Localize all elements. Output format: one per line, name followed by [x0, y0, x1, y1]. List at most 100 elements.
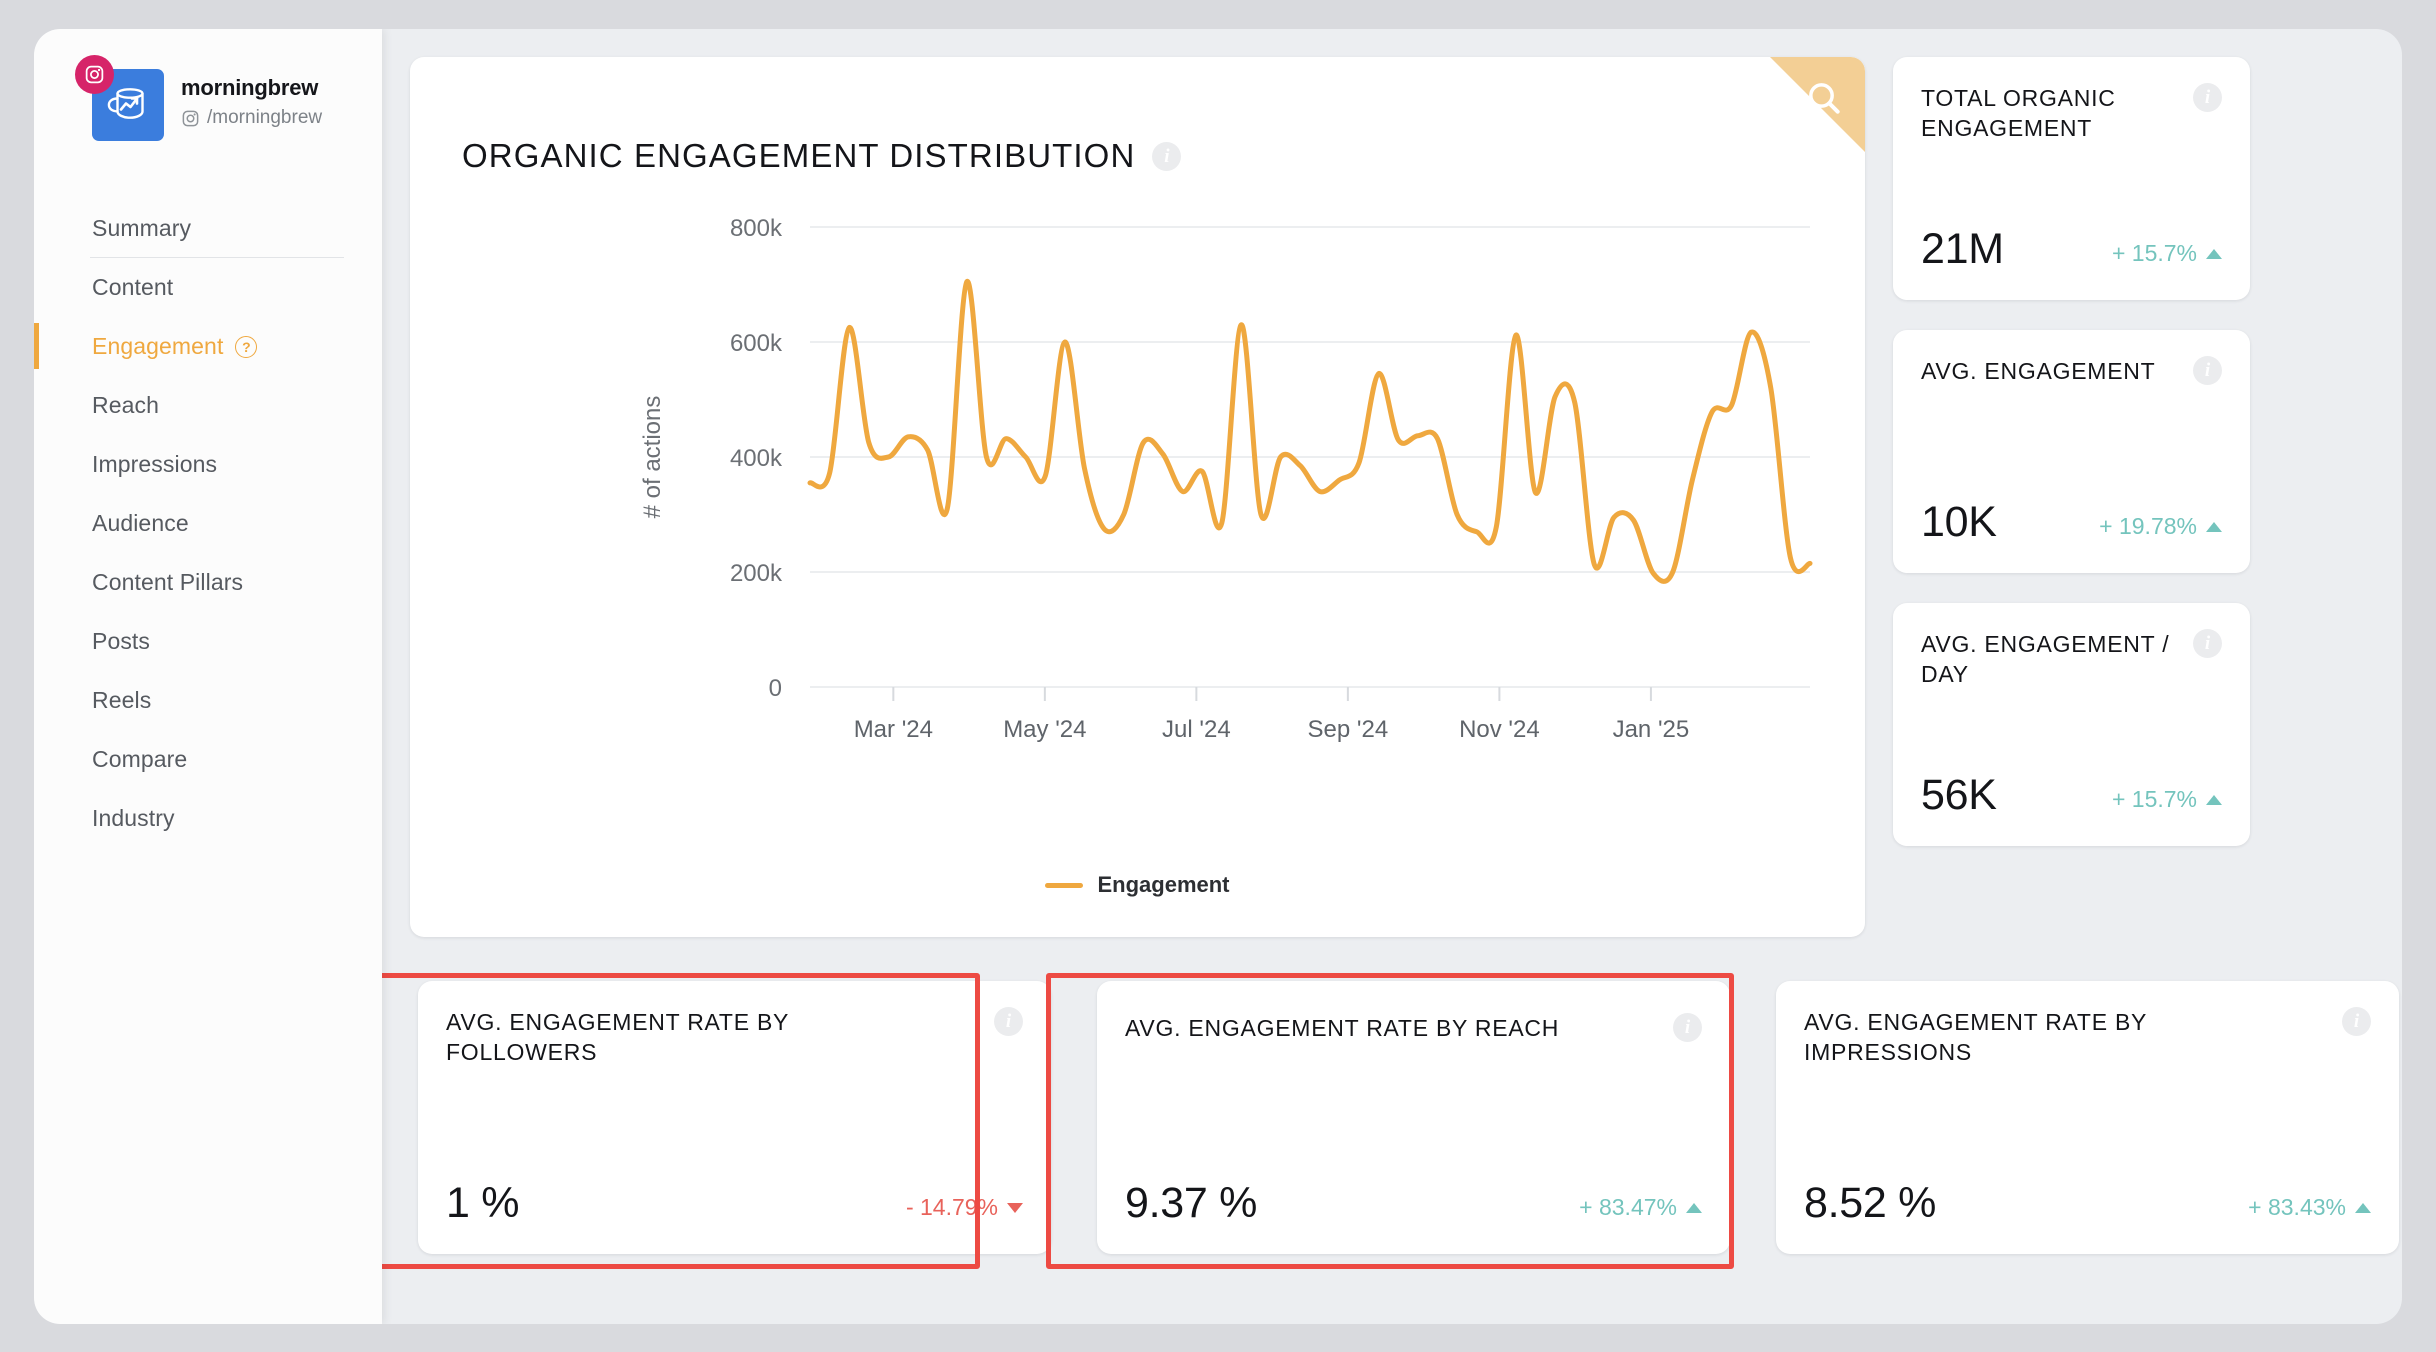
- kpi-delta: + 15.7%: [2112, 786, 2222, 820]
- arrow-up-icon: [2206, 521, 2222, 532]
- kpi-header: AVG. ENGAGEMENT RATE BY FOLLOWERS i: [446, 1007, 1023, 1068]
- info-icon[interactable]: i: [2193, 356, 2222, 385]
- svg-text:Jul '24: Jul '24: [1162, 716, 1231, 743]
- kpi-footer: 1 % - 14.79%: [446, 1179, 1023, 1228]
- kpi-value: 10K: [1921, 498, 1997, 546]
- kpi-card-avg-engagement: AVG. ENGAGEMENT i 10K + 19.78%: [1893, 330, 2250, 573]
- legend-label-engagement: Engagement: [1097, 872, 1230, 897]
- kpi-value: 1 %: [446, 1179, 520, 1227]
- svg-text:400k: 400k: [730, 445, 783, 472]
- svg-text:Jan '25: Jan '25: [1613, 716, 1690, 743]
- info-icon[interactable]: i: [2342, 1007, 2371, 1036]
- search-corner-ribbon[interactable]: [1770, 57, 1865, 152]
- kpi-title: AVG. ENGAGEMENT RATE BY FOLLOWERS: [446, 1009, 789, 1066]
- chart-header: ORGANIC ENGAGEMENT DISTRIBUTION i: [462, 137, 1182, 175]
- svg-text:# of actions: # of actions: [639, 396, 666, 519]
- kpi-footer: 9.37 % + 83.47%: [1125, 1179, 1702, 1228]
- sidebar-item-reach[interactable]: Reach: [34, 376, 382, 435]
- kpi-header: AVG. ENGAGEMENT RATE BY REACH i: [1125, 1013, 1702, 1043]
- kpi-title: AVG. ENGAGEMENT RATE BY REACH: [1125, 1015, 1560, 1041]
- engagement-line-chart[interactable]: 0 200k 400k 600k 800k # of actions Mar '24 May …: [410, 207, 1865, 827]
- brand-block: morningbrew /morningbrew: [75, 55, 322, 141]
- sidebar-item-content[interactable]: Content: [34, 258, 382, 317]
- info-icon[interactable]: i: [1152, 141, 1182, 171]
- sidebar-item-reels[interactable]: Reels: [34, 671, 382, 730]
- svg-text:200k: 200k: [730, 560, 783, 587]
- sidebar-item-label: Content Pillars: [92, 569, 244, 595]
- legend-line-marker: [1045, 882, 1084, 888]
- kpi-delta-text: - 14.79%: [905, 1194, 998, 1220]
- arrow-up-icon: [2206, 794, 2222, 805]
- info-icon[interactable]: i: [1673, 1013, 1702, 1042]
- active-accent-bar: [34, 323, 39, 369]
- svg-text:Mar '24: Mar '24: [854, 716, 933, 743]
- sidebar-item-compare[interactable]: Compare: [34, 730, 382, 789]
- kpi-card-total-organic-engagement: TOTAL ORGANIC ENGAGEMENT i 21M + 15.7%: [1893, 57, 2250, 300]
- account-handle-row: /morningbrew: [181, 107, 322, 129]
- kpi-header: TOTAL ORGANIC ENGAGEMENT i: [1921, 83, 2222, 144]
- sidebar-item-industry[interactable]: Industry: [34, 789, 382, 848]
- sidebar-item-label: Compare: [92, 746, 188, 772]
- arrow-up-icon: [2355, 1202, 2371, 1213]
- kpi-card-avg-engagement-rate-by-reach: AVG. ENGAGEMENT RATE BY REACH i 9.37 % +…: [1097, 981, 1730, 1254]
- kpi-delta-text: + 83.43%: [2248, 1194, 2346, 1220]
- help-icon[interactable]: ?: [235, 335, 258, 358]
- account-name: morningbrew: [181, 75, 319, 100]
- sidebar-item-label: Engagement: [92, 333, 224, 359]
- kpi-header: AVG. ENGAGEMENT / DAY i: [1921, 629, 2222, 690]
- kpi-value: 8.52 %: [1804, 1179, 1937, 1227]
- arrow-up-icon: [2206, 248, 2222, 259]
- sidebar-item-content-pillars[interactable]: Content Pillars: [34, 553, 382, 612]
- dashboard-page: morningbrew /morningbrew Summary Content…: [34, 29, 2402, 1324]
- kpi-delta-text: + 19.78%: [2099, 513, 2197, 539]
- kpi-delta: + 83.47%: [1579, 1194, 1702, 1228]
- info-icon[interactable]: i: [994, 1007, 1023, 1036]
- svg-text:Sep '24: Sep '24: [1308, 716, 1389, 743]
- kpi-footer: 8.52 % + 83.43%: [1804, 1179, 2371, 1228]
- sidebar-item-engagement[interactable]: Engagement ?: [34, 317, 382, 376]
- kpi-header: AVG. ENGAGEMENT i: [1921, 356, 2222, 386]
- app-root: morningbrew /morningbrew Summary Content…: [0, 0, 2436, 1352]
- kpi-delta-text: + 15.7%: [2111, 786, 2197, 812]
- kpi-card-avg-engagement-rate-by-impressions: AVG. ENGAGEMENT RATE BY IMPRESSIONS i 8.…: [1776, 981, 2399, 1254]
- sidebar-item-label: Summary: [92, 215, 192, 241]
- kpi-footer: 56K + 15.7%: [1921, 771, 2222, 820]
- search-icon[interactable]: [1804, 78, 1844, 118]
- kpi-value: 56K: [1921, 771, 1997, 819]
- kpi-value: 9.37 %: [1125, 1179, 1258, 1227]
- sidebar-item-label: Reels: [92, 687, 152, 713]
- svg-text:Nov '24: Nov '24: [1459, 716, 1540, 743]
- kpi-column: TOTAL ORGANIC ENGAGEMENT i 21M + 15.7% A…: [1893, 57, 2250, 846]
- svg-text:May '24: May '24: [1003, 716, 1086, 743]
- sidebar-item-impressions[interactable]: Impressions: [34, 435, 382, 494]
- kpi-delta: + 15.7%: [2112, 240, 2222, 274]
- sidebar-item-summary[interactable]: Summary: [34, 199, 382, 258]
- page-title: ORGANIC ENGAGEMENT DISTRIBUTION: [462, 137, 1136, 174]
- kpi-value: 21M: [1921, 225, 2004, 273]
- instagram-small-icon: [181, 109, 200, 128]
- info-icon[interactable]: i: [2193, 629, 2222, 658]
- sidebar-item-label: Content: [92, 274, 174, 300]
- sidebar-nav: Summary Content Engagement ? Reach Impre…: [34, 199, 382, 848]
- kpi-title: AVG. ENGAGEMENT / DAY: [1921, 631, 2170, 688]
- sidebar-item-label: Audience: [92, 510, 189, 536]
- info-icon[interactable]: i: [2193, 83, 2222, 112]
- chart-legend: Engagement: [410, 872, 1865, 898]
- main-content: ORGANIC ENGAGEMENT DISTRIBUTION i 0 200k 4…: [382, 29, 2402, 1324]
- kpi-delta-text: + 15.7%: [2111, 240, 2197, 266]
- sidebar-item-posts[interactable]: Posts: [34, 612, 382, 671]
- sidebar-item-label: Reach: [92, 392, 159, 418]
- kpi-card-avg-engagement-rate-by-followers: AVG. ENGAGEMENT RATE BY FOLLOWERS i 1 % …: [418, 981, 1051, 1254]
- kpi-title: AVG. ENGAGEMENT: [1921, 358, 2156, 384]
- sidebar-item-label: Posts: [92, 628, 151, 654]
- instagram-icon: [75, 55, 114, 94]
- account-handle: /morningbrew: [207, 107, 323, 129]
- kpi-title: AVG. ENGAGEMENT RATE BY IMPRESSIONS: [1804, 1009, 2147, 1066]
- kpi-delta: - 14.79%: [906, 1194, 1023, 1228]
- avatar: [75, 55, 164, 141]
- sidebar-item-audience[interactable]: Audience: [34, 494, 382, 553]
- sidebar: morningbrew /morningbrew Summary Content…: [34, 29, 382, 1324]
- brand-text: morningbrew /morningbrew: [181, 69, 322, 129]
- organic-engagement-distribution-card: ORGANIC ENGAGEMENT DISTRIBUTION i 0 200k 4…: [410, 57, 1865, 937]
- kpi-footer: 10K + 19.78%: [1921, 498, 2222, 547]
